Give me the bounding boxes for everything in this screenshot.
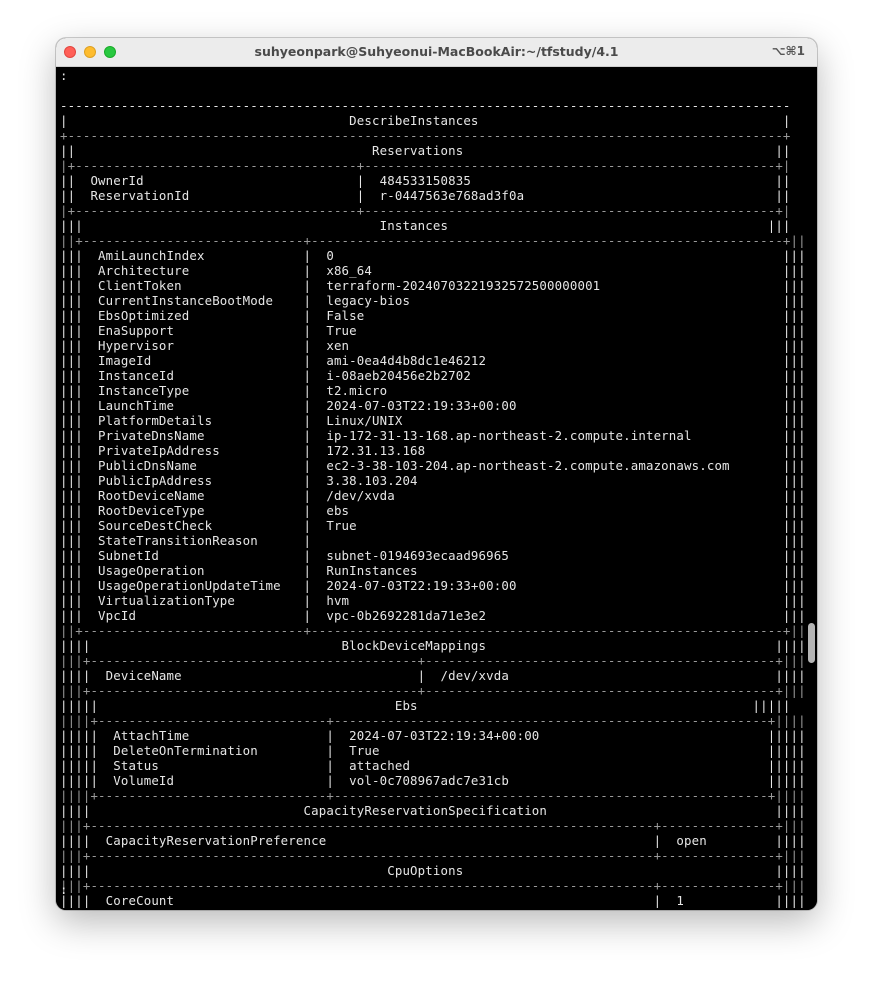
terminal-line: ||| EbsOptimized | False ||| — [60, 308, 806, 323]
terminal-line: |||+------------------------------------… — [60, 848, 806, 863]
terminal-line: |||+------------------------------------… — [60, 818, 806, 833]
terminal-line: || Reservations || — [60, 143, 791, 158]
terminal-line: : — [60, 882, 68, 897]
terminal-line: ||| RootDeviceName | /dev/xvda ||| — [60, 488, 806, 503]
terminal-line: ||| StateTransitionReason | ||| — [60, 533, 806, 548]
terminal-line: ||| Architecture | x86_64 ||| — [60, 263, 806, 278]
terminal-line: ||| VpcId | vpc-0b2692281da71e3e2 ||| — [60, 608, 806, 623]
terminal-line: +---------------------------------------… — [60, 128, 791, 143]
terminal-line: ||| Hypervisor | xen ||| — [60, 338, 806, 353]
terminal-line: |+-------------------------------------+… — [60, 203, 791, 218]
terminal-line: ||||+------------------------------+----… — [60, 713, 806, 728]
window-title: suhyeonpark@Suhyeonui-MacBookAir:~/tfstu… — [254, 44, 619, 59]
window-shortcut: ⌥⌘1 — [771, 44, 805, 58]
terminal-line: ||| PublicDnsName | ec2-3-38-103-204.ap-… — [60, 458, 806, 473]
terminal-line: | DescribeInstances | — [60, 113, 791, 128]
terminal-output[interactable]: : ---------------------------------------… — [56, 67, 817, 910]
terminal-line: ||| LaunchTime | 2024-07-03T22:19:33+00:… — [60, 398, 806, 413]
terminal-line: ----------------------------------------… — [60, 98, 791, 113]
terminal-line: ||| ClientToken | terraform-202407032219… — [60, 278, 806, 293]
terminal-line: |||| CoreCount | 1 |||| — [60, 893, 806, 908]
terminal-line: ||| InstanceId | i-08aeb20456e2b2702 ||| — [60, 368, 806, 383]
terminal-line: ||||| DeleteOnTermination | True ||||| — [60, 743, 806, 758]
terminal-line: |||| CpuOptions |||| — [60, 863, 806, 878]
terminal-line: ||||+------------------------------+----… — [60, 788, 806, 803]
terminal-line: |||+------------------------------------… — [60, 878, 806, 893]
terminal-line: ||| PublicIpAddress | 3.38.103.204 ||| — [60, 473, 806, 488]
terminal-line: ||| ImageId | ami-0ea4d4b8dc1e46212 ||| — [60, 353, 806, 368]
terminal-line: |||| BlockDeviceMappings |||| — [60, 638, 806, 653]
terminal-line: || OwnerId | 484533150835 || — [60, 173, 791, 188]
terminal-line: ||||| Status | attached ||||| — [60, 758, 806, 773]
terminal-line: ||| PrivateDnsName | ip-172-31-13-168.ap… — [60, 428, 806, 443]
terminal-line: ||||| AttachTime | 2024-07-03T22:19:34+0… — [60, 728, 806, 743]
terminal-line: ||+-----------------------------+-------… — [60, 233, 806, 248]
terminal-line: ||| RootDeviceType | ebs ||| — [60, 503, 806, 518]
terminal-line: ||| Instances ||| — [60, 218, 791, 233]
terminal-line: ||| AmiLaunchIndex | 0 ||| — [60, 248, 806, 263]
terminal-line: ||| VirtualizationType | hvm ||| — [60, 593, 806, 608]
title-bar[interactable]: suhyeonpark@Suhyeonui-MacBookAir:~/tfstu… — [56, 38, 817, 67]
terminal-line: ||| UsageOperationUpdateTime | 2024-07-0… — [60, 578, 806, 593]
terminal-line: || ReservationId | r-0447563e768ad3f0a |… — [60, 188, 791, 203]
terminal-line: ||||| VolumeId | vol-0c708967adc7e31cb |… — [60, 773, 806, 788]
terminal-line: |||| CapacityReservationSpecification ||… — [60, 803, 806, 818]
terminal-line: |||| DeviceName | /dev/xvda |||| — [60, 668, 806, 683]
terminal-line: |||| CapacityReservationPreference | ope… — [60, 833, 806, 848]
terminal-line: ||||| Ebs ||||| — [60, 698, 791, 713]
terminal-line: ||| PrivateIpAddress | 172.31.13.168 ||| — [60, 443, 806, 458]
terminal-line: ||+-----------------------------+-------… — [60, 623, 806, 638]
terminal-window: suhyeonpark@Suhyeonui-MacBookAir:~/tfstu… — [56, 38, 817, 910]
terminal-line: ||| InstanceType | t2.micro ||| — [60, 383, 806, 398]
terminal-line: ||| SubnetId | subnet-0194693ecaad96965 … — [60, 548, 806, 563]
terminal-line: ||| CurrentInstanceBootMode | legacy-bio… — [60, 293, 806, 308]
terminal-line: ||| UsageOperation | RunInstances ||| — [60, 563, 806, 578]
terminal-line: |||+------------------------------------… — [60, 683, 806, 698]
terminal-line: ||| EnaSupport | True ||| — [60, 323, 806, 338]
terminal-line: |+-------------------------------------+… — [60, 158, 791, 173]
terminal-line: ||| SourceDestCheck | True ||| — [60, 518, 806, 533]
terminal-line: : — [60, 68, 68, 83]
scrollbar-thumb[interactable] — [808, 623, 815, 663]
terminal-line: |||+------------------------------------… — [60, 653, 806, 668]
terminal-line: ||| PlatformDetails | Linux/UNIX ||| — [60, 413, 806, 428]
